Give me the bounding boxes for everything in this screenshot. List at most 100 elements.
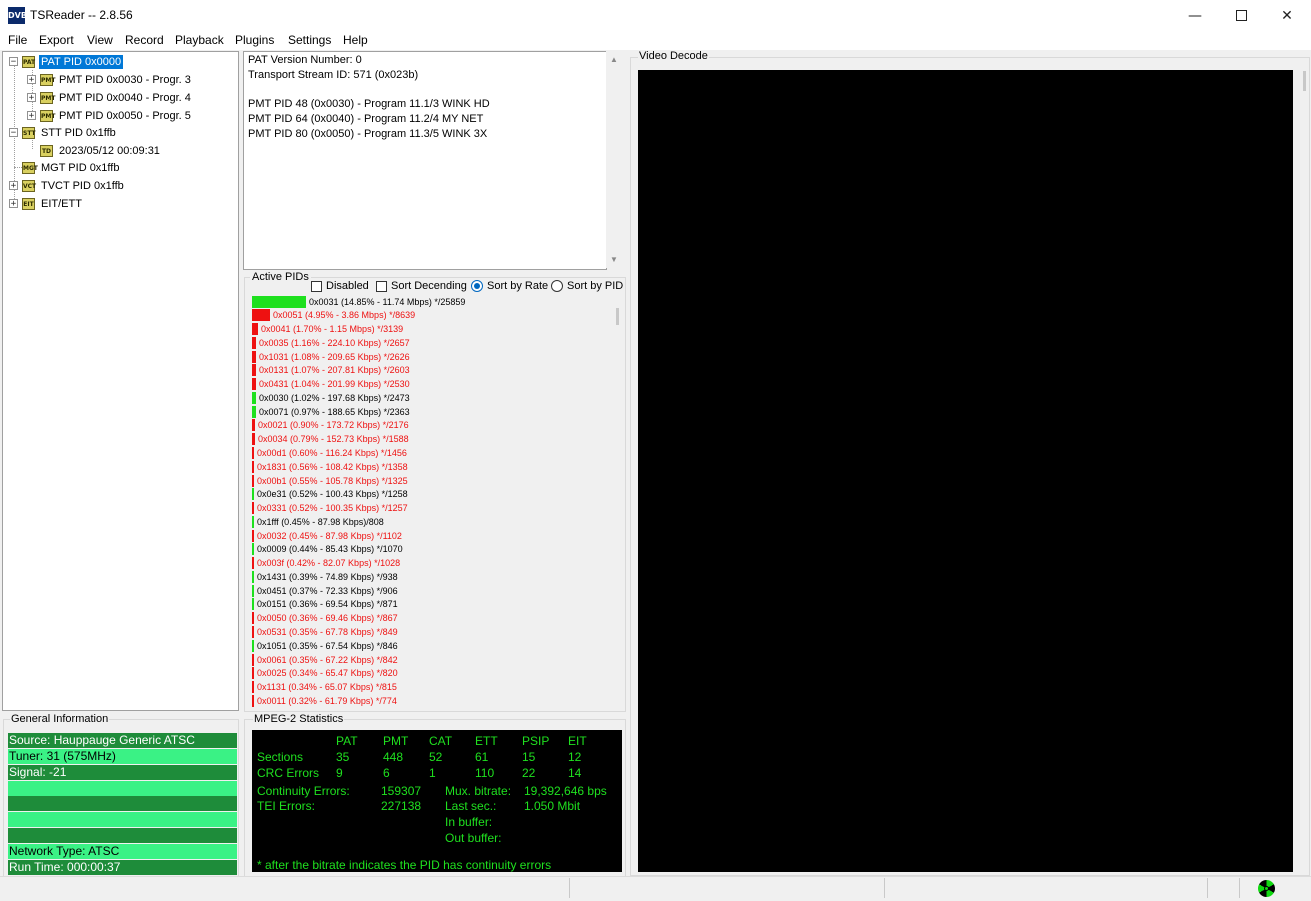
video-scroll-thumb[interactable] [1303,71,1306,91]
pid-row[interactable]: 0x0034 (0.79% - 152.73 Kbps) */1588 [252,433,409,446]
mpeg2-stats-panel: PAT PMT CAT ETT PSIP EIT Sections 35 448… [252,730,622,872]
pid-row[interactable]: 0x0011 (0.32% - 61.79 Kbps) */774 [252,694,397,707]
pid-row[interactable]: 0x1051 (0.35% - 67.54 Kbps) */846 [252,639,398,652]
pid-row[interactable]: 0x0531 (0.35% - 67.78 Kbps) */849 [252,625,398,638]
pat-info-line: PMT PID 80 (0x0050) - Program 11.3/5 WIN… [248,128,488,140]
pid-row[interactable]: 0x1031 (1.08% - 209.65 Kbps) */2626 [252,350,410,363]
sort-by-rate-radio[interactable]: Sort by Rate [471,279,549,293]
menu-export[interactable]: Export [39,33,74,47]
minimize-button[interactable]: — [1172,0,1218,31]
menu-view[interactable]: View [87,33,113,47]
disabled-checkbox[interactable]: Disabled [311,279,369,293]
pid-list-scroll-thumb[interactable] [616,308,619,325]
sort-descending-checkbox[interactable]: Sort Decending [376,279,467,293]
pid-row[interactable]: 0x1831 (0.56% - 108.42 Kbps) */1358 [252,460,408,473]
pid-row[interactable]: 0x0035 (1.16% - 224.10 Kbps) */2657 [252,336,410,349]
tree-item-pmt[interactable]: + PMT PMT PID 0x0050 - Progr. 5 [27,107,193,124]
pid-row-text: 0x0051 (4.95% - 3.86 Mbps) */8639 [273,310,416,321]
menu-file[interactable]: File [8,33,27,47]
pid-row[interactable]: 0x0071 (0.97% - 188.65 Kbps) */2363 [252,405,410,418]
tree-label-eit: EIT/ETT [41,197,82,210]
radio-selected-icon[interactable] [471,280,483,292]
active-pid-list[interactable]: 0x0031 (14.85% - 11.74 Mbps) */25859 0x00… [252,295,614,708]
expand-icon[interactable]: + [9,181,18,191]
pid-rate-bar [252,433,255,446]
tree-item-pmt[interactable]: + PMT PMT PID 0x0030 - Progr. 3 [27,71,193,88]
tree-item-eit[interactable]: + EIT EIT/ETT [9,195,84,212]
mgt-table-icon: MGT [22,161,38,174]
pid-tree[interactable]: − PAT PAT PID 0x0000 + PMT PMT PID 0x003… [2,51,239,711]
collapse-icon[interactable]: − [9,57,18,67]
maximize-button[interactable] [1218,0,1264,31]
pid-row-text: 0x0071 (0.97% - 188.65 Kbps) */2363 [259,406,410,417]
tree-item-pat[interactable]: − PAT PAT PID 0x0000 [9,53,124,70]
vct-table-icon: VCT [22,179,36,192]
tree-item-mgt[interactable]: MGT MGT PID 0x1ffb [22,159,121,176]
tree-item-tvct[interactable]: + VCT TVCT PID 0x1ffb [9,177,126,194]
pid-row[interactable]: 0x0009 (0.44% - 85.43 Kbps) */1070 [252,543,403,556]
close-button[interactable]: ✕ [1264,0,1310,31]
pid-row[interactable]: 0x1431 (0.39% - 74.89 Kbps) */938 [252,570,398,583]
expand-icon[interactable]: + [9,199,18,209]
scroll-up-icon[interactable]: ▲ [610,55,618,64]
sections-value: 15 [522,750,536,764]
pid-row[interactable]: 0x00b1 (0.55% - 105.78 Kbps) */1325 [252,474,408,487]
pid-row[interactable]: 0x0451 (0.37% - 72.33 Kbps) */906 [252,584,398,597]
tree-label-stt: STT PID 0x1ffb [41,126,116,139]
video-decode-area[interactable] [638,70,1293,872]
pat-info-scrollbar[interactable]: ▲ ▼ [606,51,623,268]
pid-row[interactable]: 0x0025 (0.34% - 65.47 Kbps) */820 [252,667,398,680]
collapse-icon[interactable]: − [9,128,18,138]
eit-table-icon: EIT [22,197,35,210]
pid-row[interactable]: 0x1131 (0.34% - 65.07 Kbps) */815 [252,681,397,694]
pid-row[interactable]: 0x0431 (1.04% - 201.99 Kbps) */2530 [252,378,410,391]
menu-plugins[interactable]: Plugins [235,33,274,47]
general-info-legend: General Information [10,713,110,725]
pid-rate-bar [252,557,254,570]
pid-row[interactable]: 0x003f (0.42% - 82.07 Kbps) */1028 [252,557,400,570]
expand-icon[interactable]: + [27,93,36,103]
checkbox-box[interactable] [376,280,387,292]
pid-row[interactable]: 0x00d1 (0.60% - 116.24 Kbps) */1456 [252,446,407,459]
gi-empty-row [8,812,237,827]
expand-icon[interactable]: + [27,111,36,121]
pmt-table-icon: PMT [40,109,55,122]
pid-row[interactable]: 0x0050 (0.36% - 69.46 Kbps) */867 [252,612,398,625]
pid-row-text: 0x0e31 (0.52% - 100.43 Kbps) */1258 [257,489,408,500]
scroll-down-icon[interactable]: ▼ [610,255,618,264]
sort-by-pid-radio[interactable]: Sort by PID [551,279,624,293]
pid-row[interactable]: 0x0051 (4.95% - 3.86 Mbps) */8639 [252,309,415,322]
tree-item-pmt[interactable]: + PMT PMT PID 0x0040 - Progr. 4 [27,89,193,106]
disabled-label: Disabled [326,280,369,292]
tree-label-pat: PAT PID 0x0000 [39,54,124,69]
pid-row[interactable]: 0x0032 (0.45% - 87.98 Kbps) */1102 [252,529,402,542]
crc-value: 1 [429,766,436,780]
pid-row[interactable]: 0x0021 (0.90% - 173.72 Kbps) */2176 [252,419,409,432]
gi-run-time: Run Time: 000:00:37 [8,860,237,875]
pid-rate-bar [252,391,256,404]
pat-info-textbox[interactable]: PAT Version Number: 0 Transport Stream I… [243,51,607,270]
pid-row[interactable]: 0x0331 (0.52% - 100.35 Kbps) */1257 [252,502,408,515]
sections-value: 61 [475,750,489,764]
menu-settings[interactable]: Settings [288,33,331,47]
menu-record[interactable]: Record [125,33,164,47]
pid-rate-bar [252,474,254,487]
tree-item-stt[interactable]: − STT STT PID 0x1ffb [9,124,118,141]
pid-row[interactable]: 0x1fff (0.45% - 87.98 Kbps)/808 [252,515,384,528]
tree-item-stt-time[interactable]: TD 2023/05/12 00:09:31 [40,142,162,159]
pid-row[interactable]: 0x0041 (1.70% - 1.15 Mbps) */3139 [252,323,403,336]
pid-row[interactable]: 0x0e31 (0.52% - 100.43 Kbps) */1258 [252,488,408,501]
pid-row[interactable]: 0x0061 (0.35% - 67.22 Kbps) */842 [252,653,398,666]
menu-playback[interactable]: Playback [175,33,224,47]
pid-row-text: 0x0531 (0.35% - 67.78 Kbps) */849 [257,626,398,637]
pid-row[interactable]: 0x0031 (14.85% - 11.74 Mbps) */25859 [252,295,465,308]
radio-unselected-icon[interactable] [551,280,563,292]
menu-help[interactable]: Help [343,33,368,47]
pid-rate-bar [252,694,254,707]
stat-header: EIT [568,734,587,748]
pid-row[interactable]: 0x0131 (1.07% - 207.81 Kbps) */2603 [252,364,410,377]
pid-row[interactable]: 0x0030 (1.02% - 197.68 Kbps) */2473 [252,391,410,404]
checkbox-box[interactable] [311,280,322,292]
expand-icon[interactable]: + [27,75,36,85]
pid-row[interactable]: 0x0151 (0.36% - 69.54 Kbps) */871 [252,598,398,611]
